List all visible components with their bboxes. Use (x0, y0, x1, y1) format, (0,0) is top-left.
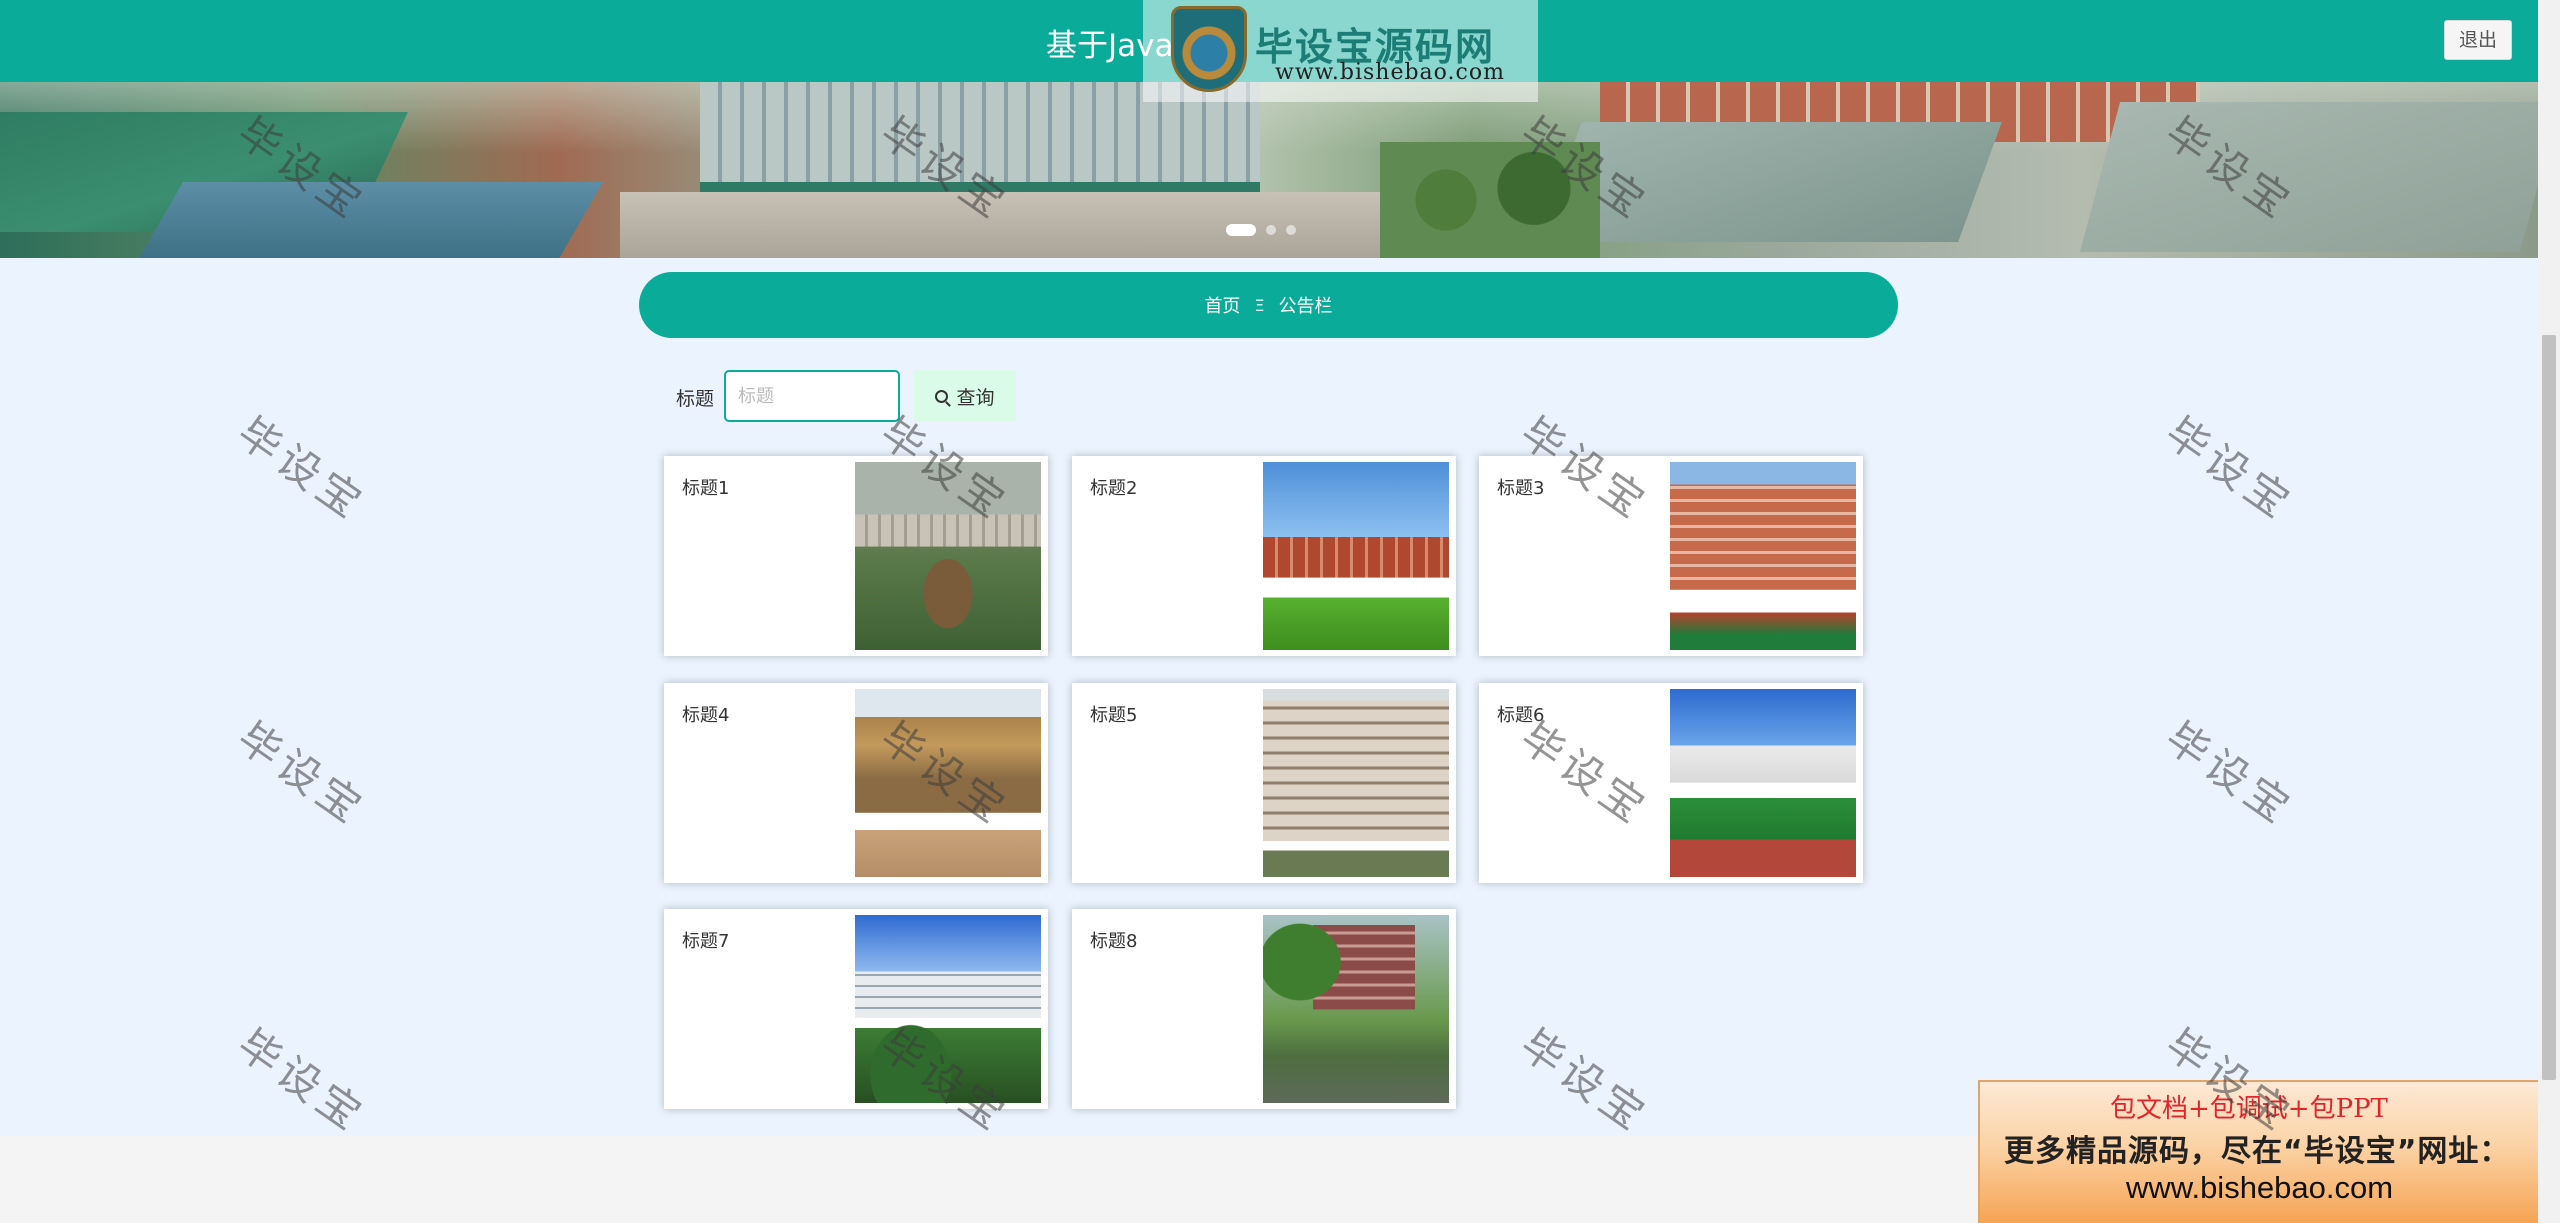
banner-image-trees (1380, 142, 1600, 258)
notice-card-title: 标题6 (1497, 705, 1545, 726)
promo-tagline: 包文档+包调试+包PPT (2110, 1094, 2388, 1124)
breadcrumb-current: 公告栏 (1278, 296, 1333, 317)
notice-card-image[interactable] (855, 915, 1041, 1103)
promo-url: www.bishebao.com (2126, 1170, 2394, 1205)
notice-card-image[interactable] (855, 462, 1041, 650)
notice-card[interactable]: 标题1 (664, 456, 1048, 656)
logo-url: www.bishebao.com (1275, 60, 1505, 85)
carousel-dot[interactable] (1266, 225, 1276, 235)
notice-card[interactable]: 标题3 (1479, 456, 1863, 656)
notice-card[interactable]: 标题5 (1072, 683, 1456, 883)
notice-card-title: 标题3 (1497, 478, 1545, 499)
banner-carousel[interactable] (0, 82, 2538, 258)
search-icon (935, 389, 949, 403)
notice-card-title: 标题8 (1090, 931, 1138, 952)
notice-card-image[interactable] (1263, 915, 1449, 1103)
notice-card-image[interactable] (1670, 689, 1856, 877)
banner-image-building-2 (1538, 122, 2002, 242)
notice-card[interactable]: 标题2 (1072, 456, 1456, 656)
breadcrumb: 首页 Ξ 公告栏 (639, 272, 1898, 338)
notice-card[interactable]: 标题8 (1072, 909, 1456, 1109)
carousel-dot[interactable] (1286, 225, 1296, 235)
main-content: 首页 Ξ 公告栏 标题 查询 标题1 标题2 标题3 标题4 标题5 标题6 标题7 标题8 (0, 258, 2538, 1136)
logo-emblem-icon (1171, 6, 1247, 92)
banner-image-pond (136, 182, 604, 258)
promo-banner[interactable]: 包文档+包调试+包PPT 更多精品源码，尽在“毕设宝”网址： www.bishe… (1978, 1080, 2538, 1223)
carousel-indicators (1226, 224, 1296, 236)
notice-card[interactable]: 标题7 (664, 909, 1048, 1109)
logout-button[interactable]: 退出 (2444, 20, 2512, 60)
notice-card-title: 标题1 (682, 478, 730, 499)
notice-card-image[interactable] (1670, 462, 1856, 650)
search-button-label: 查询 (956, 386, 995, 409)
search-button[interactable]: 查询 (914, 370, 1016, 422)
notice-card-title: 标题2 (1090, 478, 1138, 499)
banner-image-building-3 (2079, 102, 2538, 252)
page-scrollbar[interactable] (2538, 0, 2560, 1223)
breadcrumb-home[interactable]: 首页 (1204, 292, 1240, 318)
notice-card-title: 标题7 (682, 931, 730, 952)
carousel-dot[interactable] (1226, 224, 1256, 236)
notice-card-image[interactable] (1263, 462, 1449, 650)
notice-card-title: 标题5 (1090, 705, 1138, 726)
search-input[interactable] (724, 370, 900, 422)
search-label: 标题 (676, 388, 715, 410)
notice-card-image[interactable] (855, 689, 1041, 877)
scrollbar-thumb[interactable] (2542, 335, 2556, 1080)
promo-text: 更多精品源码，尽在“毕设宝”网址： (2004, 1134, 2511, 1169)
breadcrumb-separator-icon: Ξ (1254, 295, 1265, 315)
notice-card[interactable]: 标题4 (664, 683, 1048, 883)
logo-watermark: 毕设宝源码网 www.bishebao.com (1143, 0, 1538, 102)
notice-card-title: 标题4 (682, 705, 730, 726)
notice-card[interactable]: 标题6 (1479, 683, 1863, 883)
notice-card-image[interactable] (1263, 689, 1449, 877)
